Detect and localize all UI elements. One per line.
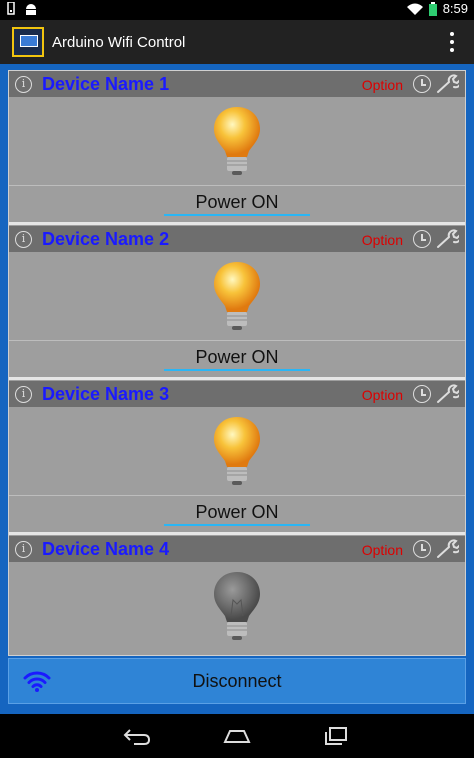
wifi-signal-icon: [406, 3, 423, 15]
device-header: i Device Name 3 Option: [9, 381, 465, 407]
device-name[interactable]: Device Name 4: [42, 539, 169, 560]
timer-clock-icon[interactable]: [413, 540, 431, 558]
info-icon[interactable]: i: [15, 75, 32, 93]
clock-time: 8:59: [442, 1, 468, 16]
device-card: i Device Name 1 Option Power ON: [9, 71, 465, 226]
usb-debug-icon: [7, 2, 15, 15]
android-icon: [26, 4, 36, 15]
battery-icon: [428, 1, 437, 16]
back-icon[interactable]: [122, 726, 152, 746]
lightbulb-off-icon[interactable]: [211, 570, 263, 642]
info-icon[interactable]: i: [15, 385, 32, 403]
option-button[interactable]: Option: [362, 232, 403, 248]
disconnect-button[interactable]: Disconnect: [8, 658, 466, 704]
device-card: i Device Name 3 Option Power ON: [9, 381, 465, 536]
power-toggle-button[interactable]: Power ON: [9, 192, 465, 213]
option-button[interactable]: Option: [362, 77, 403, 93]
wrench-icon[interactable]: [435, 228, 459, 250]
app-logo: [12, 27, 44, 57]
action-bar: Arduino Wifi Control: [0, 20, 474, 64]
recent-apps-icon[interactable]: [322, 726, 352, 746]
card-separator: [9, 377, 465, 380]
power-underline: [164, 524, 310, 526]
disconnect-label: Disconnect: [192, 670, 282, 691]
timer-clock-icon[interactable]: [413, 75, 431, 93]
option-button[interactable]: Option: [362, 387, 403, 403]
power-underline: [164, 214, 310, 216]
home-icon[interactable]: [222, 726, 252, 746]
device-card: i Device Name 4 Option: [9, 536, 465, 655]
navigation-bar: [0, 714, 474, 758]
lightbulb-on-icon[interactable]: [211, 260, 263, 332]
lightbulb-on-icon[interactable]: [211, 415, 263, 487]
device-header: i Device Name 4 Option: [9, 536, 465, 562]
option-button[interactable]: Option: [362, 542, 403, 558]
device-header: i Device Name 1 Option: [9, 71, 465, 97]
card-separator: [9, 532, 465, 535]
timer-clock-icon[interactable]: [413, 385, 431, 403]
divider: [9, 495, 465, 496]
device-header: i Device Name 2 Option: [9, 226, 465, 252]
device-name[interactable]: Device Name 3: [42, 384, 169, 405]
lightbulb-on-icon[interactable]: [211, 105, 263, 177]
wrench-icon[interactable]: [435, 383, 459, 405]
overflow-menu-icon[interactable]: [450, 32, 454, 52]
info-icon[interactable]: i: [15, 230, 32, 248]
power-toggle-button[interactable]: Power ON: [9, 502, 465, 523]
divider: [9, 340, 465, 341]
device-list[interactable]: i Device Name 1 Option Power ON i Device…: [8, 70, 466, 656]
card-separator: [9, 222, 465, 225]
wrench-icon[interactable]: [435, 73, 459, 95]
device-name[interactable]: Device Name 2: [42, 229, 169, 250]
status-bar: 8:59: [0, 0, 474, 20]
info-icon[interactable]: i: [15, 540, 32, 558]
timer-clock-icon[interactable]: [413, 230, 431, 248]
device-name[interactable]: Device Name 1: [42, 74, 169, 95]
wifi-icon: [23, 671, 51, 692]
main-content: i Device Name 1 Option Power ON i Device…: [0, 64, 474, 714]
power-underline: [164, 369, 310, 371]
app-title: Arduino Wifi Control: [52, 33, 186, 51]
power-toggle-button[interactable]: Power ON: [9, 347, 465, 368]
device-card: i Device Name 2 Option Power ON: [9, 226, 465, 381]
divider: [9, 185, 465, 186]
wrench-icon[interactable]: [435, 538, 459, 560]
